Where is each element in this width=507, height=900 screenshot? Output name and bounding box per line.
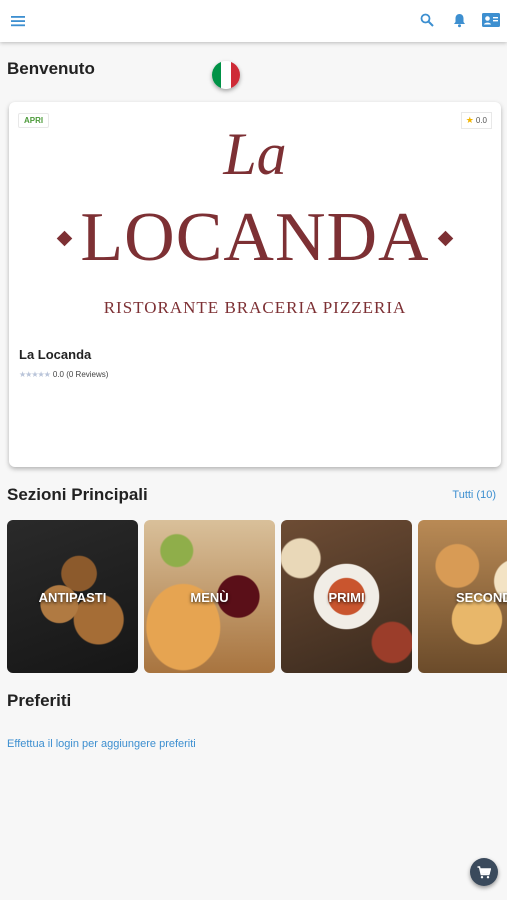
logo-main-row: LOCANDA	[9, 202, 501, 274]
logo-subtitle: RISTORANTE BRACERIA PIZZERIA	[103, 298, 407, 317]
category-label: SECOND	[456, 590, 507, 605]
category-tile-primi[interactable]: PRIMI	[281, 520, 412, 673]
category-tile-secondi[interactable]: SECOND	[418, 520, 507, 673]
restaurant-logo: La LOCANDA RISTORANTE BRACERIA PIZZERIA	[9, 102, 501, 332]
rating-row: ★★★★★ 0.0 (0 Reviews)	[19, 370, 108, 379]
logo-left-diamond	[57, 230, 73, 246]
welcome-title: Benvenuto	[7, 59, 95, 78]
flag-red-stripe	[230, 61, 240, 89]
login-prompt-link[interactable]: Effettua il login per aggiungere preferi…	[7, 738, 196, 750]
logo-script-text: La	[223, 121, 287, 187]
sections-title: Sezioni Principali	[7, 485, 148, 504]
contact-card-icon	[482, 13, 500, 27]
rating-stars-icon: ★★★★★	[19, 370, 51, 379]
category-label: MENÙ	[190, 590, 229, 605]
cart-button[interactable]	[470, 858, 498, 886]
bell-icon	[453, 13, 465, 27]
notifications-button[interactable]	[449, 10, 469, 30]
menu-button[interactable]	[8, 11, 28, 31]
cart-icon	[477, 865, 491, 878]
hamburger-menu-icon	[11, 16, 25, 27]
app-header	[0, 0, 507, 42]
rating-text: 0.0 (0 Reviews)	[52, 370, 109, 379]
logo-right-diamond	[437, 230, 453, 246]
star-icon: ★	[465, 115, 474, 125]
category-label: PRIMI	[328, 590, 365, 605]
logo-main-text: LOCANDA	[80, 199, 430, 276]
category-carousel[interactable]: ANTIPASTI MENÙ PRIMI SECOND	[7, 520, 507, 675]
rating-badge-value: 0.0	[475, 116, 487, 125]
header-actions	[417, 10, 501, 30]
open-status-badge: APRI	[18, 113, 50, 128]
category-tile-antipasti[interactable]: ANTIPASTI	[7, 520, 138, 673]
search-button[interactable]	[417, 10, 437, 30]
rating-badge: ★ 0.0	[460, 112, 492, 129]
restaurant-name: La Locanda	[19, 347, 92, 362]
search-icon	[420, 13, 434, 27]
category-tile-menu[interactable]: MENÙ	[144, 520, 275, 673]
favorites-title: Preferiti	[7, 691, 72, 710]
italy-flag-icon[interactable]	[212, 61, 240, 89]
flag-white-stripe	[221, 61, 231, 89]
all-sections-link[interactable]: Tutti (10)	[452, 489, 496, 501]
category-label: ANTIPASTI	[38, 590, 107, 605]
flag-green-stripe	[212, 61, 222, 89]
restaurant-card[interactable]: La LOCANDA RISTORANTE BRACERIA PIZZERIA …	[9, 102, 501, 467]
profile-button[interactable]	[481, 10, 501, 30]
